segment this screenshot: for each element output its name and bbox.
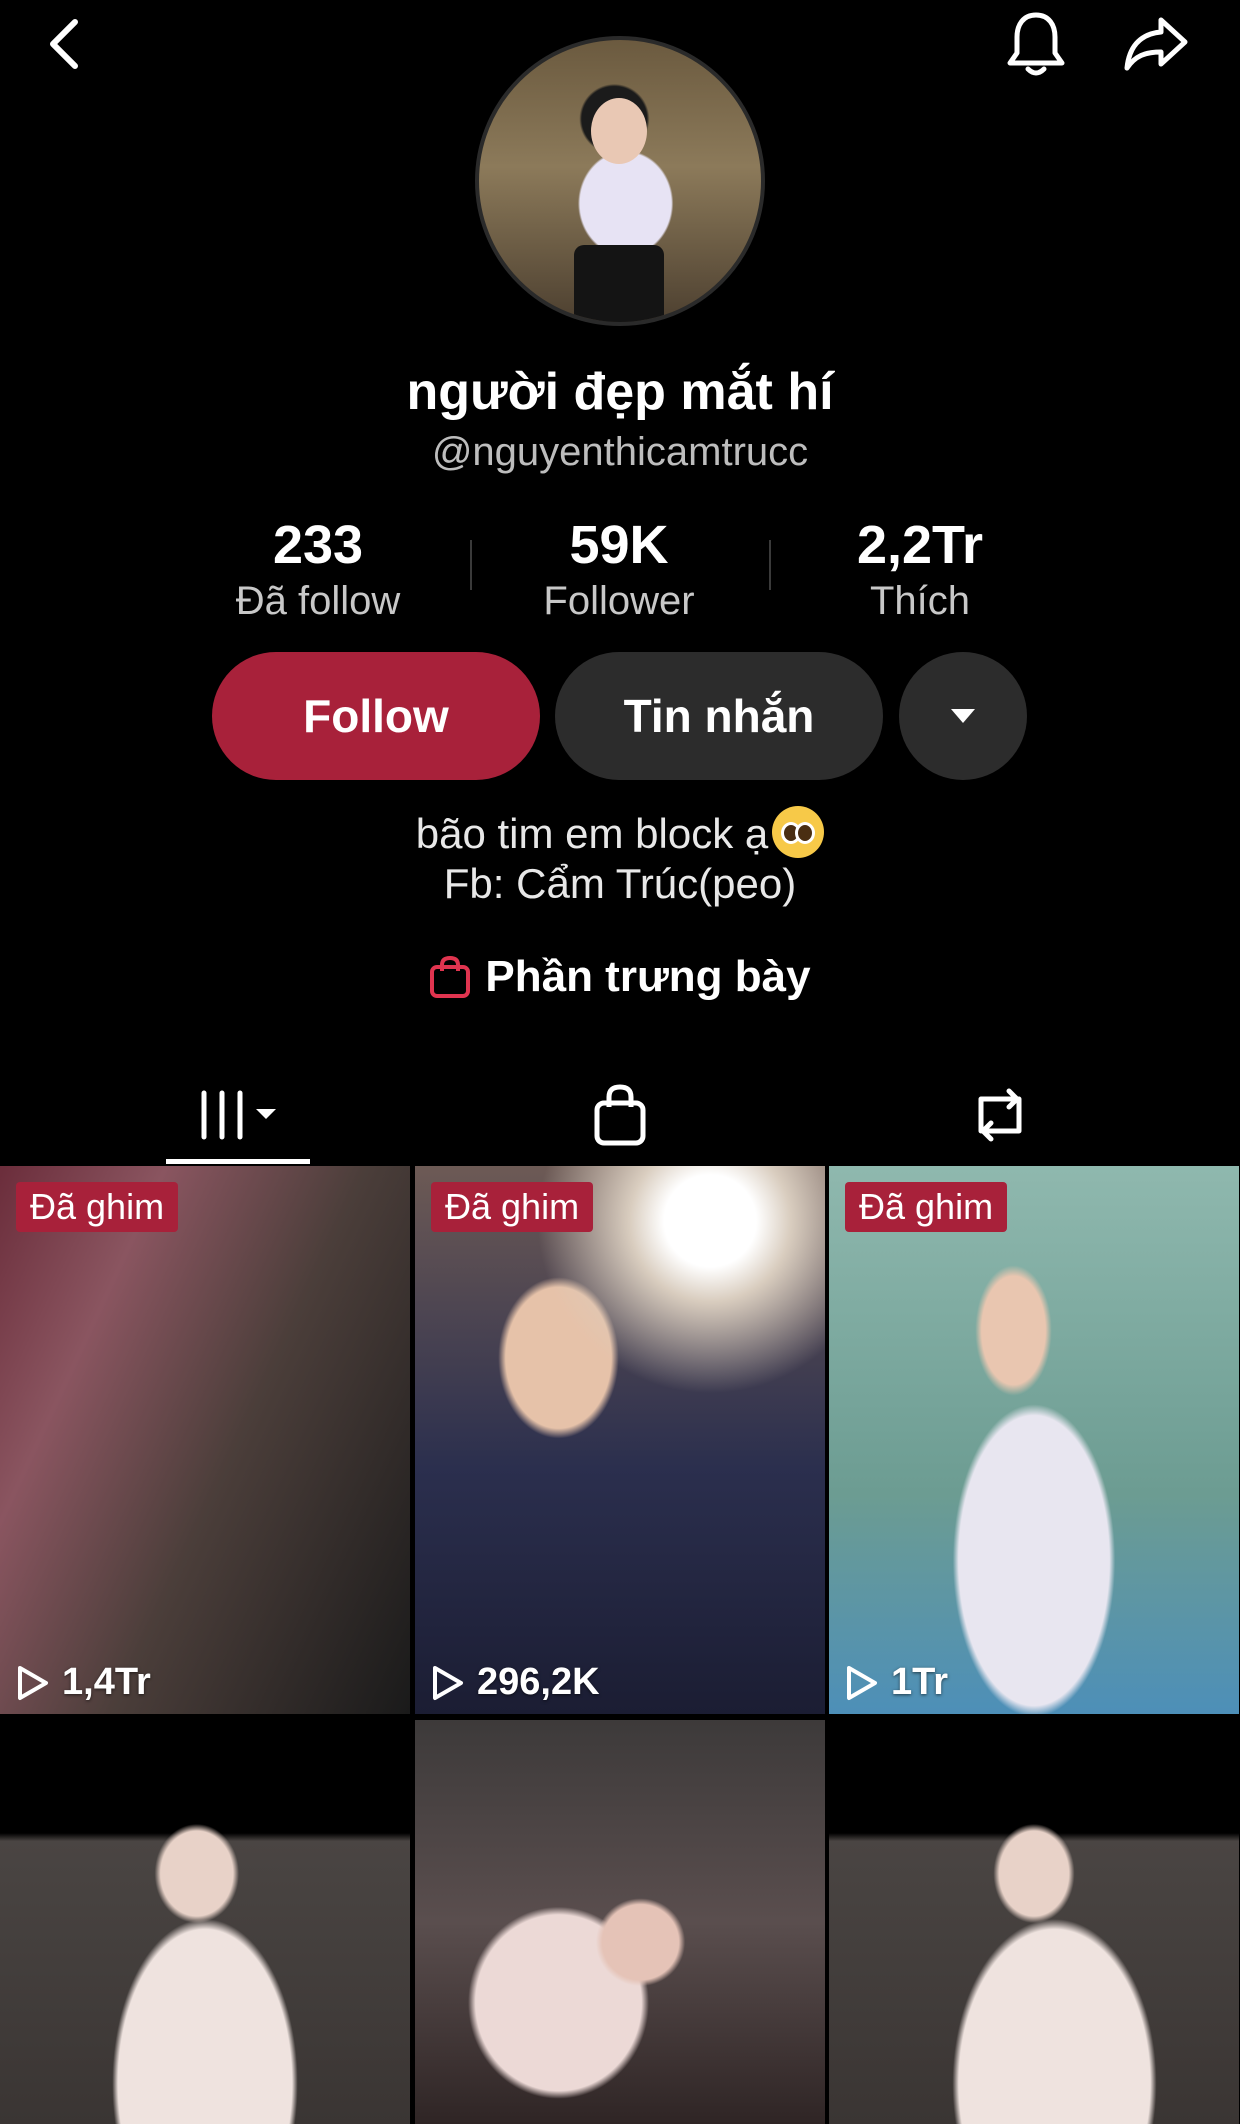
showcase-label: Phần trưng bày [485,952,811,1001]
repost-icon [978,1088,1022,1142]
view-count: 296,2K [431,1661,600,1704]
pleading-face-emoji-icon [772,806,825,858]
tab-videos[interactable] [166,1070,310,1160]
follow-button[interactable]: Follow [212,652,540,780]
bio-text: bão tim em block ạ [415,810,769,857]
stat-divider [769,540,771,590]
message-button[interactable]: Tin nhắn [555,652,883,780]
back-icon[interactable] [24,4,104,84]
bio-line-1: bão tim em block ạ [0,806,1240,858]
pinned-badge: Đã ghim [16,1182,179,1232]
tab-reposts[interactable] [960,1070,1040,1160]
view-count: 1,4Tr [16,1661,151,1704]
tab-shop[interactable] [580,1070,660,1160]
stat-followers[interactable]: 59K Follower [489,514,749,626]
username: @nguyenthicamtrucc [431,430,809,474]
caret-down-icon [951,709,975,723]
pinned-badge: Đã ghim [845,1182,1008,1232]
play-icon [847,1665,877,1700]
stat-following-label: Đã follow [235,579,401,623]
stat-likes[interactable]: 2,2Tr Thích [790,514,1050,626]
stat-likes-value: 2,2Tr [856,515,984,575]
view-count-value: 1Tr [891,1661,949,1703]
video-thumbnail[interactable]: Đã ghim 1,4Tr [0,1166,410,1714]
share-icon[interactable] [1116,4,1196,84]
play-icon [433,1665,463,1700]
play-icon [18,1665,48,1700]
bell-icon[interactable] [996,4,1076,84]
stat-following-value: 233 [272,515,364,575]
video-thumbnail[interactable] [415,1720,825,2124]
videos-grid-icon [201,1090,276,1140]
stat-divider [470,540,472,590]
view-count-value: 296,2K [477,1661,600,1703]
view-count-value: 1,4Tr [62,1661,151,1703]
video-thumbnail[interactable]: Đã ghim 1Tr [829,1166,1239,1714]
stat-following[interactable]: 233 Đã follow [188,514,448,626]
view-count: 1Tr [845,1661,948,1704]
more-options-button[interactable] [899,652,1027,780]
display-name: người đẹp mắt hí [406,363,834,421]
video-thumbnail[interactable]: Đã ghim 296,2K [415,1166,825,1714]
bio-line-2: Fb: Cẩm Trúc(peo) [443,860,797,907]
showcase-link[interactable]: Phần trưng bày [0,952,1240,1010]
video-thumbnail[interactable] [0,1720,410,2124]
avatar[interactable] [475,36,765,326]
stat-followers-value: 59K [569,515,669,575]
pinned-badge: Đã ghim [431,1182,594,1232]
active-tab-indicator [166,1159,310,1164]
stat-followers-label: Follower [543,579,695,623]
shopping-bag-icon [429,955,471,1010]
stat-likes-label: Thích [869,579,971,623]
shop-bag-icon [594,1084,646,1146]
video-thumbnail[interactable] [829,1720,1239,2124]
